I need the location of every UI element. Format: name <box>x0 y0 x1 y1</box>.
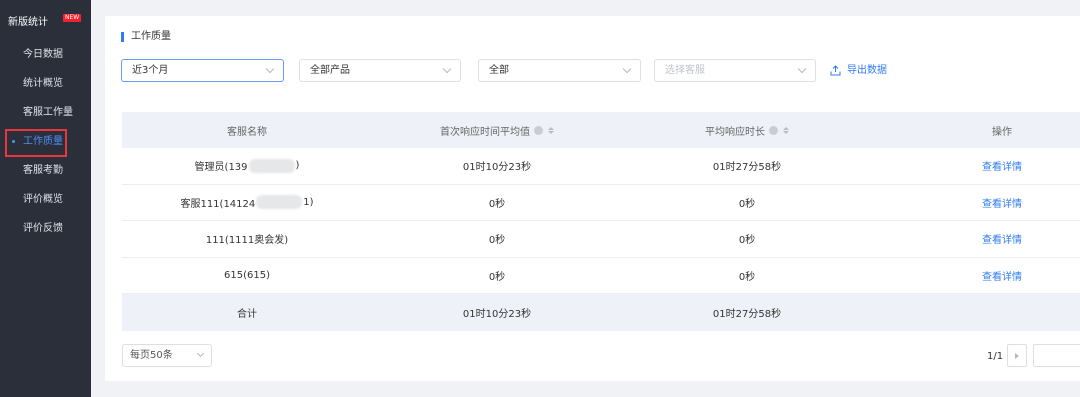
chevron-down-icon <box>797 64 807 74</box>
sidebar-item-today[interactable]: 今日数据 <box>0 40 91 69</box>
agent-name-cell: 111(1111奥会发) <box>205 235 289 247</box>
period-select-value: 近3个月 <box>132 65 169 76</box>
new-badge: NEW <box>63 14 82 22</box>
header-action: 操作 <box>992 126 1012 138</box>
header-agent-name: 客服名称 <box>227 126 267 138</box>
first-response-cell: 0秒 <box>488 198 506 210</box>
sidebar: 新版统计 NEW 今日数据 统计概览 客服工作量 工作质量 客服考勤 评价概览 … <box>0 0 91 397</box>
avg-response-cell: 0秒 <box>738 271 756 283</box>
first-response-cell: 01时10分23秒 <box>462 162 532 174</box>
period-select[interactable]: 近3个月 <box>121 59 284 82</box>
export-icon <box>830 65 841 76</box>
sort-icon[interactable] <box>548 126 554 134</box>
header-first-response[interactable]: 首次响应时间平均值 <box>372 112 622 148</box>
table-row: 111(1111奥会发) 0秒 0秒 查看详情 <box>122 221 1080 258</box>
chevron-down-icon <box>196 349 205 358</box>
quality-table: 客服名称 首次响应时间平均值 平均响应时长 操作 管理员(139 ) 01时10… <box>122 112 1080 331</box>
total-first-response: 01时10分23秒 <box>462 308 532 320</box>
total-label: 合计 <box>237 308 257 320</box>
agent-name-suffix: 1) <box>303 196 314 208</box>
total-avg-response: 01时27分58秒 <box>712 308 782 320</box>
header-avg-response-label: 平均响应时长 <box>705 126 765 138</box>
sidebar-item-rating-feedback[interactable]: 评价反馈 <box>0 214 91 243</box>
page-size-select[interactable]: 每页50条 <box>122 344 212 367</box>
table-header: 客服名称 首次响应时间平均值 平均响应时长 操作 <box>122 112 1080 148</box>
main-panel: 工作质量 近3个月 全部产品 全部 选择客服 导出数据 客服名称 首次响应时间平… <box>105 16 1080 381</box>
agent-name-cell: 客服111(14124 1) <box>122 185 372 221</box>
export-data-label: 导出数据 <box>847 65 887 76</box>
header-avg-response[interactable]: 平均响应时长 <box>622 112 872 148</box>
agent-name: 客服111(14124 <box>180 198 256 210</box>
view-details-link[interactable]: 查看详情 <box>877 148 1080 184</box>
first-response-cell: 0秒 <box>488 271 506 283</box>
table-row: 管理员(139 ) 01时10分23秒 01时27分58秒 查看详情 <box>122 148 1080 185</box>
scope-select[interactable]: 全部 <box>478 59 641 82</box>
page-jump-input[interactable] <box>1033 344 1080 367</box>
active-item-highlight-box <box>5 129 67 157</box>
table-row: 615(615) 0秒 0秒 查看详情 <box>122 258 1080 294</box>
agent-select[interactable]: 选择客服 <box>654 59 816 82</box>
sidebar-item-attendance[interactable]: 客服考勤 <box>0 156 91 185</box>
page-info: 1/1 <box>987 351 1004 362</box>
chevron-down-icon <box>442 64 452 74</box>
section-title: 工作质量 <box>120 30 171 44</box>
sidebar-item-overview[interactable]: 统计概览 <box>0 69 91 98</box>
agent-name-cell: 615(615) <box>224 269 270 281</box>
scope-select-value: 全部 <box>489 65 509 76</box>
agent-select-placeholder: 选择客服 <box>665 65 705 76</box>
export-data-button[interactable]: 导出数据 <box>830 63 887 79</box>
redacted-blur <box>256 195 303 210</box>
product-select[interactable]: 全部产品 <box>299 59 461 82</box>
sidebar-title: 新版统计 <box>8 17 48 28</box>
page-size-value: 每页50条 <box>130 350 173 361</box>
first-response-cell: 0秒 <box>488 235 506 247</box>
view-details-link[interactable]: 查看详情 <box>877 185 1080 221</box>
avg-response-cell: 0秒 <box>738 235 756 247</box>
sidebar-item-rating-overview[interactable]: 评价概览 <box>0 185 91 214</box>
sort-icon[interactable] <box>783 126 789 134</box>
chevron-down-icon <box>265 64 275 74</box>
product-select-value: 全部产品 <box>310 65 350 76</box>
next-page-button[interactable] <box>1007 344 1027 367</box>
view-details-link[interactable]: 查看详情 <box>877 258 1080 294</box>
table-total-row: 合计 01时10分23秒 01时27分58秒 <box>122 294 1080 331</box>
header-first-response-label: 首次响应时间平均值 <box>440 126 530 138</box>
table-row: 客服111(14124 1) 0秒 0秒 查看详情 <box>122 185 1080 221</box>
agent-name: 管理员(139 <box>194 162 248 174</box>
question-icon[interactable] <box>534 125 543 135</box>
view-details-link[interactable]: 查看详情 <box>877 221 1080 257</box>
avg-response-cell: 01时27分58秒 <box>712 162 782 174</box>
question-icon[interactable] <box>769 125 778 135</box>
agent-name-suffix: ) <box>295 160 300 172</box>
sidebar-item-workload[interactable]: 客服工作量 <box>0 98 91 127</box>
redacted-blur <box>248 158 295 173</box>
chevron-down-icon <box>622 64 632 74</box>
avg-response-cell: 0秒 <box>738 198 756 210</box>
agent-name-cell: 管理员(139 ) <box>122 148 372 184</box>
